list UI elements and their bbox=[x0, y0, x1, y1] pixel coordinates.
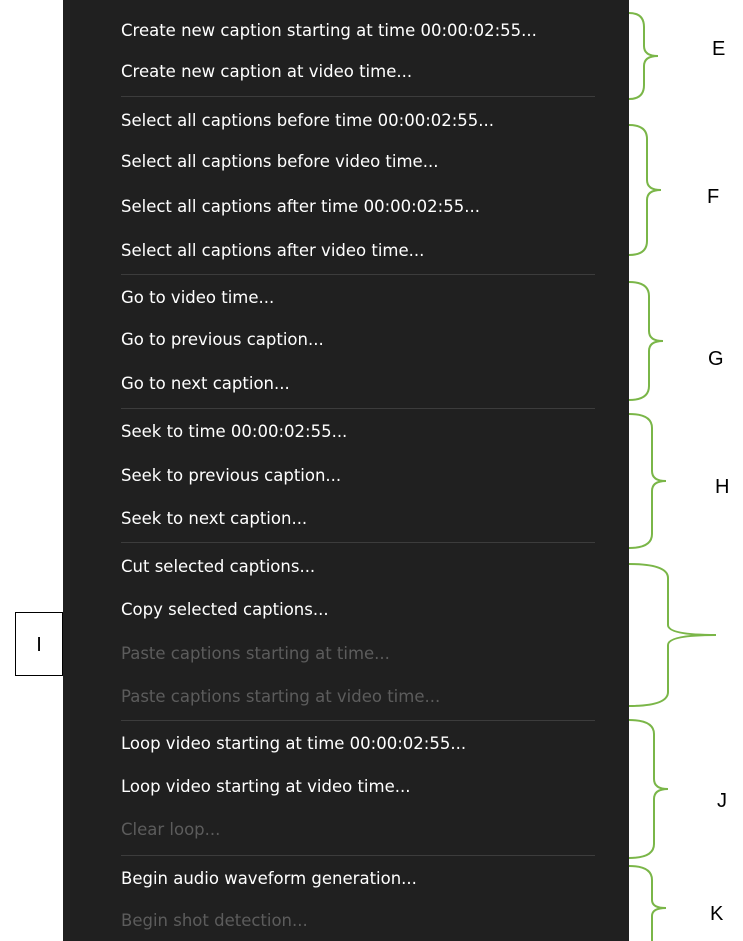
group-brace-h bbox=[628, 413, 667, 549]
menu-separator bbox=[121, 542, 595, 543]
menu-separator bbox=[121, 855, 595, 856]
callout-label-i: I bbox=[36, 634, 42, 656]
menu-item-go-to-next-caption[interactable]: Go to next caption... bbox=[63, 364, 629, 404]
menu-item-seek-to-time[interactable]: Seek to time 00:00:02:55... bbox=[63, 412, 629, 452]
group-brace-i bbox=[628, 563, 717, 707]
menu-item-go-to-video-time[interactable]: Go to video time... bbox=[63, 278, 629, 318]
menu-item-loop-at-time[interactable]: Loop video starting at time 00:00:02:55.… bbox=[63, 724, 629, 764]
menu-item-seek-to-previous-caption[interactable]: Seek to previous caption... bbox=[63, 456, 629, 496]
menu-item-create-caption-at-time[interactable]: Create new caption starting at time 00:0… bbox=[63, 11, 629, 51]
menu-item-create-caption-at-video-time[interactable]: Create new caption at video time... bbox=[63, 52, 629, 92]
menu-item-copy-captions[interactable]: Copy selected captions... bbox=[63, 590, 629, 630]
group-label-g: G bbox=[708, 348, 724, 370]
group-label-k: K bbox=[710, 903, 724, 925]
menu-item-go-to-previous-caption[interactable]: Go to previous caption... bbox=[63, 320, 629, 360]
group-brace-e bbox=[628, 12, 659, 100]
group-label-j: J bbox=[717, 790, 727, 812]
menu-item-paste-captions-at-video-time: Paste captions starting at video time... bbox=[121, 687, 441, 706]
callout-box-i: I bbox=[15, 612, 63, 676]
group-label-e: E bbox=[712, 38, 726, 60]
menu-item-select-after-time[interactable]: Select all captions after time 00:00:02:… bbox=[63, 187, 629, 227]
menu-item-select-before-video-time[interactable]: Select all captions before video time... bbox=[63, 142, 629, 182]
menu-item-paste-captions-at-time: Paste captions starting at time... bbox=[121, 644, 390, 663]
menu-separator bbox=[121, 408, 595, 409]
context-menu: Create new caption starting at time 00:0… bbox=[63, 0, 629, 941]
group-brace-f bbox=[628, 124, 662, 256]
menu-separator bbox=[121, 96, 595, 97]
group-brace-j bbox=[628, 719, 669, 859]
group-brace-k bbox=[628, 865, 667, 941]
menu-separator bbox=[121, 274, 595, 275]
group-label-f: F bbox=[707, 186, 720, 208]
menu-item-select-before-time[interactable]: Select all captions before time 00:00:02… bbox=[63, 101, 629, 141]
menu-item-begin-audio-waveform[interactable]: Begin audio waveform generation... bbox=[63, 859, 629, 899]
group-label-h: H bbox=[715, 476, 730, 498]
menu-item-begin-shot-detection: Begin shot detection... bbox=[121, 911, 308, 930]
group-brace-g bbox=[628, 281, 664, 401]
menu-separator bbox=[121, 720, 595, 721]
menu-item-seek-to-next-caption[interactable]: Seek to next caption... bbox=[63, 499, 629, 539]
menu-item-select-after-video-time[interactable]: Select all captions after video time... bbox=[63, 231, 629, 271]
menu-item-clear-loop: Clear loop... bbox=[121, 820, 221, 839]
menu-item-cut-captions[interactable]: Cut selected captions... bbox=[63, 547, 629, 587]
menu-item-loop-at-video-time[interactable]: Loop video starting at video time... bbox=[63, 767, 629, 807]
